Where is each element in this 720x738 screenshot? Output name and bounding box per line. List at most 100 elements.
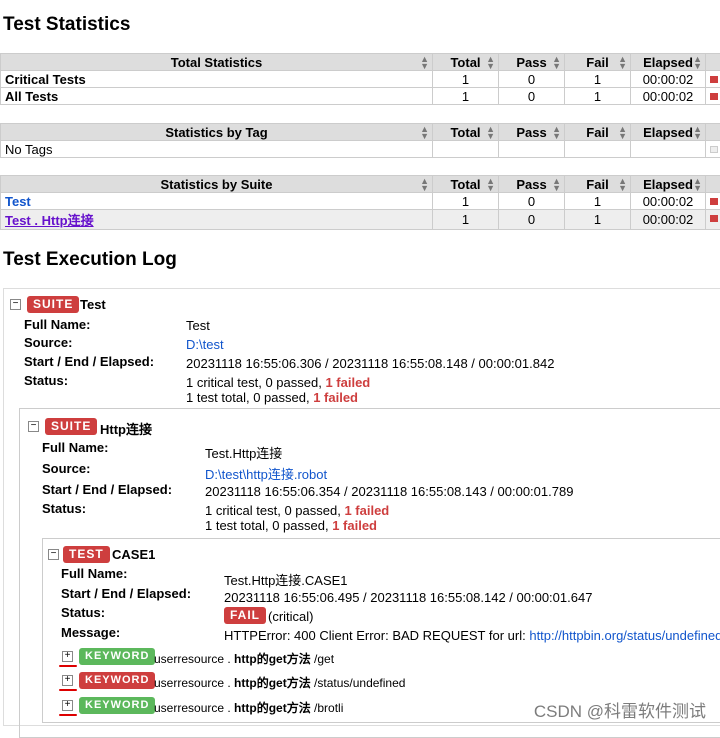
critical-note: (critical) [268,609,314,624]
sort-icon: ▲▼ [552,56,561,70]
stat-name: Critical Tests [1,71,433,88]
pass-column-header[interactable]: Pass▲▼ [499,124,565,141]
table-row[interactable]: Test 1 0 1 00:00:02 [1,193,720,210]
tag-statistics-header[interactable]: Statistics by Tag▲▼ [1,124,433,141]
sort-icon: ▲▼ [420,56,429,70]
stat-graph [706,193,720,210]
sort-icon: ▲▼ [693,56,702,70]
full-name-label: Full Name: [24,317,90,332]
pass-column-header[interactable]: Pass▲▼ [499,176,565,193]
fail-column-header[interactable]: Fail▲▼ [565,54,631,71]
total-statistics-header[interactable]: Total Statistics▲▼ [1,54,433,71]
annotation-underline [59,665,77,667]
fail-bar [710,215,718,222]
table-row[interactable]: Critical Tests 1 0 1 00:00:02 [1,71,720,88]
status-line-1: 1 critical test, 0 passed, 1 failed [205,503,389,518]
suite-statistics-header[interactable]: Statistics by Suite▲▼ [1,176,433,193]
source-link[interactable]: D:\test\http连接.robot [205,464,327,483]
fail-column-header[interactable]: Fail▲▼ [565,176,631,193]
suite-name[interactable]: Http连接 [100,419,152,438]
fail-column-header[interactable]: Fail▲▼ [565,124,631,141]
minus-icon[interactable]: − [48,549,59,560]
suite-statistics-table: Statistics by Suite▲▼ Total▲▼ Pass▲▼ Fai… [0,175,720,230]
minus-icon[interactable]: − [28,421,39,432]
fail-bar [710,198,718,205]
stat-pass: 0 [499,210,565,230]
keyword-name[interactable]: userresource . http的get方法 /brotli [154,699,343,716]
sort-icon: ▲▼ [420,178,429,192]
sort-icon: ▲▼ [552,178,561,192]
empty-bar [710,146,718,153]
stat-pass: 0 [499,88,565,105]
sort-icon: ▲▼ [486,126,495,140]
stat-elapsed: 00:00:02 [631,88,706,105]
plus-icon[interactable]: + [62,700,73,711]
keyword-name[interactable]: userresource . http的get方法 /get [154,650,334,667]
status-line-2: 1 test total, 0 passed, 1 failed [186,390,358,405]
watermark: CSDN @科雷软件测试 [534,697,706,722]
elapsed-column-header[interactable]: Elapsed▲▼ [631,124,706,141]
suite-label: SUITE [45,418,97,435]
stat-total: 1 [433,71,499,88]
suite-name[interactable]: Test [80,297,106,312]
graph-column-header [706,176,720,193]
test-label: TEST [63,546,110,563]
graph-column-header [706,54,720,71]
start-end-label: Start / End / Elapsed: [61,586,191,601]
pass-column-header[interactable]: Pass▲▼ [499,54,565,71]
stat-graph [706,71,720,88]
keyword-name[interactable]: userresource . http的get方法 /status/undefi… [154,674,405,691]
annotation-underline [59,689,77,691]
graph-column-header [706,124,720,141]
elapsed-column-header[interactable]: Elapsed▲▼ [631,176,706,193]
suite-link-test[interactable]: Test [5,194,31,209]
test-name[interactable]: CASE1 [112,547,155,562]
fail-bar [710,76,718,83]
total-column-header[interactable]: Total▲▼ [433,176,499,193]
sort-icon: ▲▼ [693,126,702,140]
fail-badge: FAIL [224,607,266,624]
suite-http-element: − SUITE Http连接 Full Name: Test.Http连接 So… [19,408,720,738]
stat-total: 1 [433,210,499,230]
full-name-value: Test.Http连接.CASE1 [224,570,348,589]
start-end-label: Start / End / Elapsed: [24,354,154,369]
sort-icon: ▲▼ [486,56,495,70]
execution-log-heading: Test Execution Log [3,249,177,271]
test-case1-element: − TEST CASE1 Full Name: Test.Http连接.CASE… [42,538,720,723]
status-line-2: 1 test total, 0 passed, 1 failed [205,518,377,533]
table-row[interactable]: Test . Http连接 1 0 1 00:00:02 [1,210,720,230]
full-name-label: Full Name: [61,566,127,581]
suite-link-http[interactable]: Test . Http连接 [5,213,94,228]
status-label: Status: [61,605,105,620]
stat-pass: 0 [499,71,565,88]
source-label: Source: [24,335,72,350]
stat-elapsed: 00:00:02 [631,193,706,210]
annotation-underline [59,714,77,716]
plus-icon[interactable]: + [62,675,73,686]
stat-graph [706,141,720,158]
minus-icon[interactable]: − [10,299,21,310]
message-url-link[interactable]: http://httpbin.org/status/undefined [529,628,720,643]
no-tags-text: No Tags [1,141,433,158]
suite-label: SUITE [27,296,79,313]
stat-graph [706,88,720,105]
keyword-label: KEYWORD [79,648,155,665]
total-column-header[interactable]: Total▲▼ [433,124,499,141]
stat-graph [706,210,720,230]
source-link[interactable]: D:\test [186,337,224,352]
sort-icon: ▲▼ [618,56,627,70]
times-value: 20231118 16:55:06.495 / 20231118 16:55:0… [224,590,592,605]
table-row[interactable]: All Tests 1 0 1 00:00:02 [1,88,720,105]
plus-icon[interactable]: + [62,651,73,662]
total-statistics-table: Total Statistics▲▼ Total▲▼ Pass▲▼ Fail▲▼… [0,53,720,105]
message-label: Message: [61,625,120,640]
total-column-header[interactable]: Total▲▼ [433,54,499,71]
times-value: 20231118 16:55:06.306 / 20231118 16:55:0… [186,356,554,371]
suite-stat-name: Test . Http连接 [1,210,433,230]
elapsed-column-header[interactable]: Elapsed▲▼ [631,54,706,71]
status-label: Status: [24,373,68,388]
message-value: HTTPError: 400 Client Error: BAD REQUEST… [224,628,720,643]
times-value: 20231118 16:55:06.354 / 20231118 16:55:0… [205,484,573,499]
full-name-value: Test [186,318,210,333]
stat-fail: 1 [565,88,631,105]
